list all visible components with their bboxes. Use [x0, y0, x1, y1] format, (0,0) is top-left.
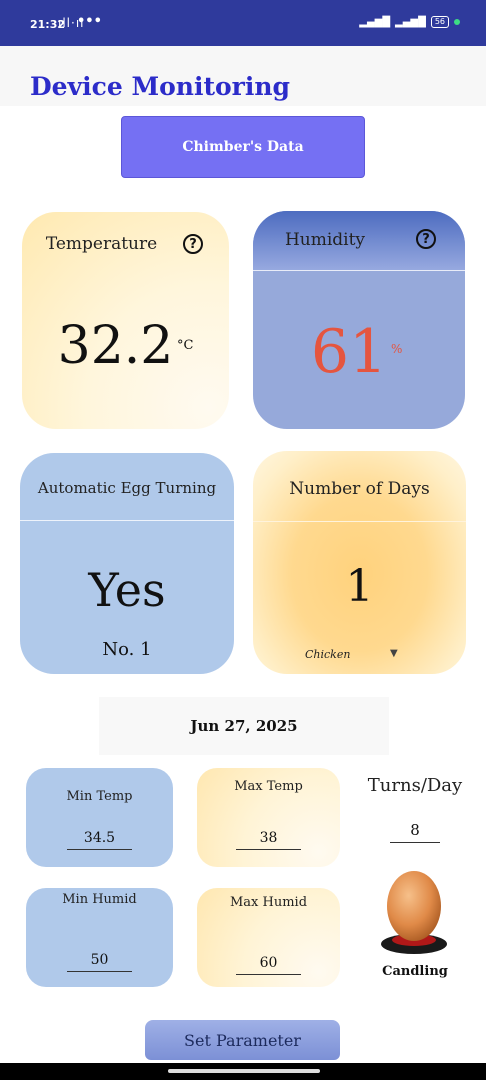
humidity-help-icon[interactable]: ?: [416, 229, 436, 249]
min-temp-label: Min Temp: [66, 789, 133, 804]
privacy-dot-icon: [454, 19, 460, 25]
min-humid-label: Min Humid: [62, 892, 137, 907]
min-temp-input[interactable]: 34.5: [67, 830, 132, 850]
status-icons: ▂▄▆█ ▂▄▆█ 56: [359, 16, 460, 28]
max-temp-label: Max Temp: [234, 779, 303, 794]
max-temp-card: Max Temp 38: [197, 768, 340, 867]
max-temp-input[interactable]: 38: [236, 830, 301, 850]
signal-icon-2: ▂▄▆█: [395, 16, 426, 28]
number-of-days-label: Number of Days: [289, 479, 430, 499]
max-humid-card: Max Humid 60: [197, 888, 340, 987]
humidity-card: Humidity ? 61 %: [253, 211, 465, 429]
number-of-days-value: 1: [345, 561, 374, 612]
species-select[interactable]: Chicken: [305, 648, 350, 661]
humidity-label: Humidity: [284, 230, 366, 250]
temperature-unit: °C: [177, 338, 194, 353]
humidity-value: 61: [310, 317, 388, 387]
page-title: Device Monitoring: [30, 72, 291, 101]
egg-turning-number: No. 1: [102, 639, 152, 660]
min-temp-card: Min Temp 34.5: [26, 768, 173, 867]
signal-icon: ▂▄▆█: [359, 16, 391, 28]
temperature-help-icon[interactable]: ?: [183, 234, 203, 254]
chimbers-data-button[interactable]: Chimber's Data: [121, 116, 365, 178]
battery-icon: 56: [430, 16, 449, 28]
navigation-bar: [0, 1063, 486, 1080]
divider: [20, 520, 234, 521]
egg-turning-label: Automatic Egg Turning: [37, 479, 217, 497]
chevron-down-icon[interactable]: ▼: [390, 648, 398, 659]
more-notifications-icon: •••: [77, 14, 102, 29]
set-parameter-button[interactable]: Set Parameter: [145, 1020, 340, 1060]
min-humid-input[interactable]: 50: [67, 952, 132, 972]
divider: [253, 521, 466, 522]
max-humid-label: Max Humid: [229, 895, 308, 910]
temperature-label: Temperature: [45, 234, 158, 254]
min-humid-card: Min Humid 50: [26, 888, 173, 987]
home-indicator[interactable]: [168, 1069, 320, 1073]
turns-per-day-label: Turns/Day: [367, 775, 463, 796]
turns-per-day-input[interactable]: 8: [390, 821, 440, 843]
candling-label: Candling: [382, 964, 448, 979]
egg-turning-value: Yes: [88, 563, 166, 617]
date-display[interactable]: Jun 27, 2025: [99, 697, 389, 755]
temperature-card: Temperature ? 32.2 °C: [22, 212, 229, 429]
egg-turning-card: Automatic Egg Turning Yes No. 1: [20, 453, 234, 674]
max-humid-input[interactable]: 60: [236, 955, 301, 975]
humidity-unit: %: [391, 342, 403, 356]
candling-egg-icon[interactable]: [378, 868, 450, 964]
divider: [253, 270, 465, 271]
number-of-days-card: Number of Days 1 Chicken ▼: [253, 451, 466, 674]
status-bar: 21:32 ıll·ıı ••• ▂▄▆█ ▂▄▆█ 56: [0, 0, 486, 46]
